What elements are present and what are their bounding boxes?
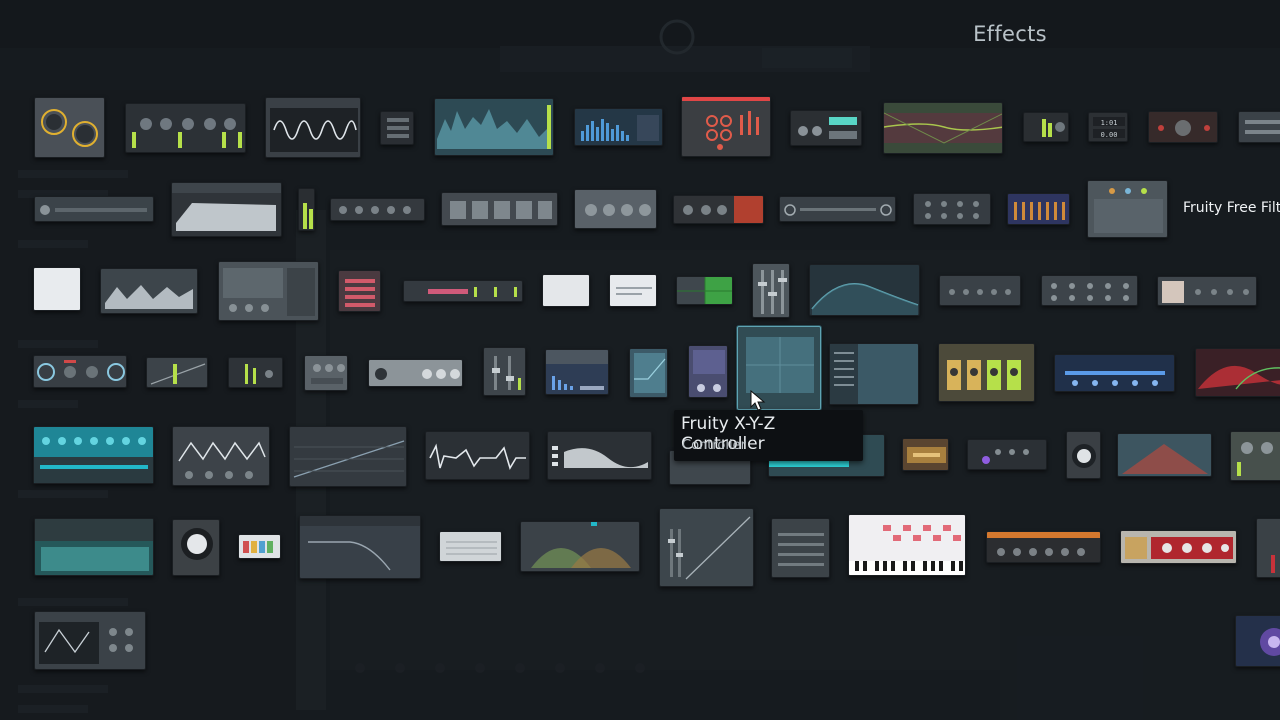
plugin-thumbnail[interactable] (218, 261, 319, 321)
plugin-thumbnail[interactable] (146, 357, 208, 388)
plugin-thumbnail[interactable] (100, 268, 198, 314)
plugin-thumbnail[interactable] (304, 355, 348, 391)
plugin-thumbnail[interactable] (1007, 193, 1070, 225)
plugin-thumbnail[interactable] (545, 349, 609, 395)
plugin-thumbnail[interactable] (659, 508, 754, 587)
plugin-thumbnail[interactable] (883, 102, 1003, 154)
plugin-thumbnail[interactable] (771, 518, 830, 578)
plugin-thumbnail[interactable] (629, 348, 668, 398)
plugin-thumbnail[interactable] (676, 276, 733, 305)
plugin-thumbnail[interactable] (542, 274, 590, 307)
plugin-thumbnail[interactable]: 1:01 0.00 (1088, 112, 1128, 142)
plugin-thumbnail[interactable] (441, 192, 558, 226)
plugin-thumbnail[interactable] (1230, 431, 1280, 481)
plugin-thumbnail[interactable] (265, 97, 361, 158)
plugin-thumbnail[interactable] (33, 426, 154, 484)
plugin-thumbnail[interactable] (1054, 354, 1175, 392)
tooltip-subtitle: Controller (682, 438, 746, 453)
plugin-thumbnail[interactable] (902, 438, 949, 471)
plugin-thumbnail[interactable] (338, 270, 381, 312)
plugin-thumbnail[interactable] (688, 345, 728, 398)
plugin-thumbnail[interactable] (34, 97, 105, 158)
arrow-cursor-icon (750, 390, 766, 411)
plugin-thumbnail[interactable] (125, 103, 246, 153)
plugin-thumbnail[interactable] (34, 518, 154, 576)
plugin-thumbnail[interactable] (172, 519, 220, 576)
plugin-thumbnail[interactable] (483, 347, 526, 396)
plugin-thumbnail[interactable] (574, 108, 663, 146)
plugin-thumbnail[interactable] (673, 195, 764, 224)
plugin-thumbnail[interactable] (228, 357, 283, 388)
svg-text:0.00: 0.00 (1101, 131, 1118, 139)
plugin-thumbnail[interactable] (380, 111, 414, 145)
plugin-thumbnail[interactable] (681, 96, 771, 157)
plugin-thumbnail[interactable] (171, 182, 282, 237)
plugin-thumbnail[interactable] (33, 267, 81, 311)
plugin-thumbnail[interactable] (1235, 615, 1280, 667)
plugin-thumbnail[interactable] (289, 426, 407, 487)
plugin-thumbnail[interactable] (1023, 112, 1069, 142)
plugin-thumbnail[interactable] (609, 274, 657, 307)
plugin-thumbnail[interactable] (1120, 530, 1237, 564)
plugin-thumbnail[interactable] (1117, 433, 1212, 477)
plugin-thumbnail[interactable] (1256, 518, 1280, 578)
plugin-thumbnail[interactable] (34, 611, 146, 670)
plugin-thumbnail[interactable] (299, 515, 421, 579)
plugin-thumbnail[interactable] (1195, 348, 1280, 397)
plugin-thumbnail[interactable] (520, 521, 640, 572)
plugin-thumbnail[interactable] (752, 263, 790, 318)
svg-text:1:01: 1:01 (1101, 119, 1118, 127)
plugin-thumbnail[interactable] (34, 196, 154, 222)
plugin-thumbnail[interactable] (368, 359, 463, 387)
plugin-thumbnail[interactable] (848, 514, 966, 576)
plugin-thumbnail[interactable] (439, 531, 502, 562)
plugin-thumbnail[interactable] (829, 343, 919, 405)
plugin-thumbnail[interactable] (547, 431, 652, 480)
plugin-thumbnail[interactable] (238, 534, 281, 559)
plugin-thumbnail[interactable] (574, 189, 657, 229)
plugin-thumbnail[interactable] (1066, 431, 1101, 479)
plugin-thumbnail[interactable] (790, 110, 862, 146)
plugin-thumbnail[interactable] (425, 431, 530, 480)
plugin-thumbnail[interactable] (330, 198, 425, 221)
plugin-thumbnail[interactable] (938, 343, 1035, 402)
plugin-thumbnail[interactable] (1238, 111, 1280, 143)
plugin-tooltip: Fruity X-Y-Z Controller Controller (674, 410, 863, 461)
plugin-thumbnail[interactable] (1087, 180, 1168, 238)
plugin-thumbnail[interactable] (1157, 276, 1257, 306)
plugin-thumbnail[interactable] (939, 275, 1021, 306)
plugin-thumbnail[interactable] (33, 355, 127, 388)
plugin-thumbnail[interactable] (1148, 111, 1218, 143)
plugin-thumbnail[interactable] (298, 188, 315, 231)
plugin-thumbnail[interactable] (403, 280, 523, 302)
plugin-thumbnail[interactable] (779, 196, 896, 222)
browser-title: Effects (973, 22, 1047, 46)
plugin-thumbnail[interactable] (172, 426, 270, 486)
plugin-thumbnail[interactable] (809, 264, 920, 316)
plugin-thumbnail[interactable] (986, 531, 1101, 563)
plugin-label: Fruity Free Filte (1183, 200, 1280, 216)
plugin-thumbnail[interactable] (913, 193, 991, 225)
plugin-thumbnail[interactable] (1041, 275, 1138, 306)
plugin-thumbnail[interactable] (434, 98, 554, 156)
plugin-thumbnail[interactable] (967, 439, 1047, 470)
